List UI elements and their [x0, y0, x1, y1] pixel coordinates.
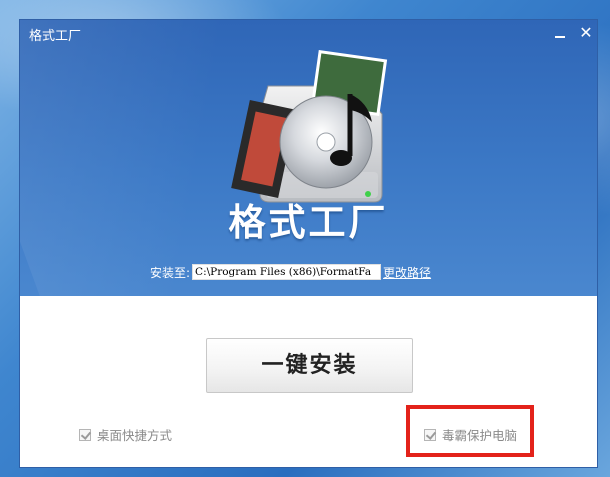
- checkmark-icon: [80, 428, 92, 440]
- desktop-shortcut-label: 桌面快捷方式: [97, 428, 173, 443]
- desktop-shortcut-option[interactable]: 桌面快捷方式: [79, 425, 172, 444]
- desktop-shortcut-checkbox[interactable]: [79, 428, 92, 441]
- minimize-button[interactable]: [554, 28, 566, 40]
- install-path-label: 安装至:: [150, 265, 191, 280]
- installer-window: 格式工厂 ✕ 格式工厂 安装至: C:\Program Files (x86)\…: [19, 19, 598, 468]
- duba-protection-label: 毒霸保护电脑: [442, 428, 518, 443]
- change-path-link[interactable]: 更改路径: [383, 264, 431, 281]
- install-path-row: 安装至: 更改路径: [150, 263, 431, 281]
- brand-title: 格式工厂: [228, 201, 389, 244]
- installer-header: 格式工厂 ✕ 格式工厂 安装至: C:\Program Files (x86)\…: [20, 20, 597, 350]
- duba-protection-option[interactable]: 毒霸保护电脑: [424, 425, 517, 444]
- format-factory-logo-icon: [231, 49, 388, 203]
- duba-protection-checkbox[interactable]: [424, 428, 437, 441]
- one-click-install-button[interactable]: 一键安装: [206, 338, 413, 393]
- install-path-input[interactable]: [192, 264, 382, 280]
- close-button[interactable]: ✕: [579, 25, 593, 41]
- minimize-icon: [555, 36, 565, 38]
- checkmark-icon: [425, 428, 437, 440]
- window-title: 格式工厂: [29, 29, 82, 44]
